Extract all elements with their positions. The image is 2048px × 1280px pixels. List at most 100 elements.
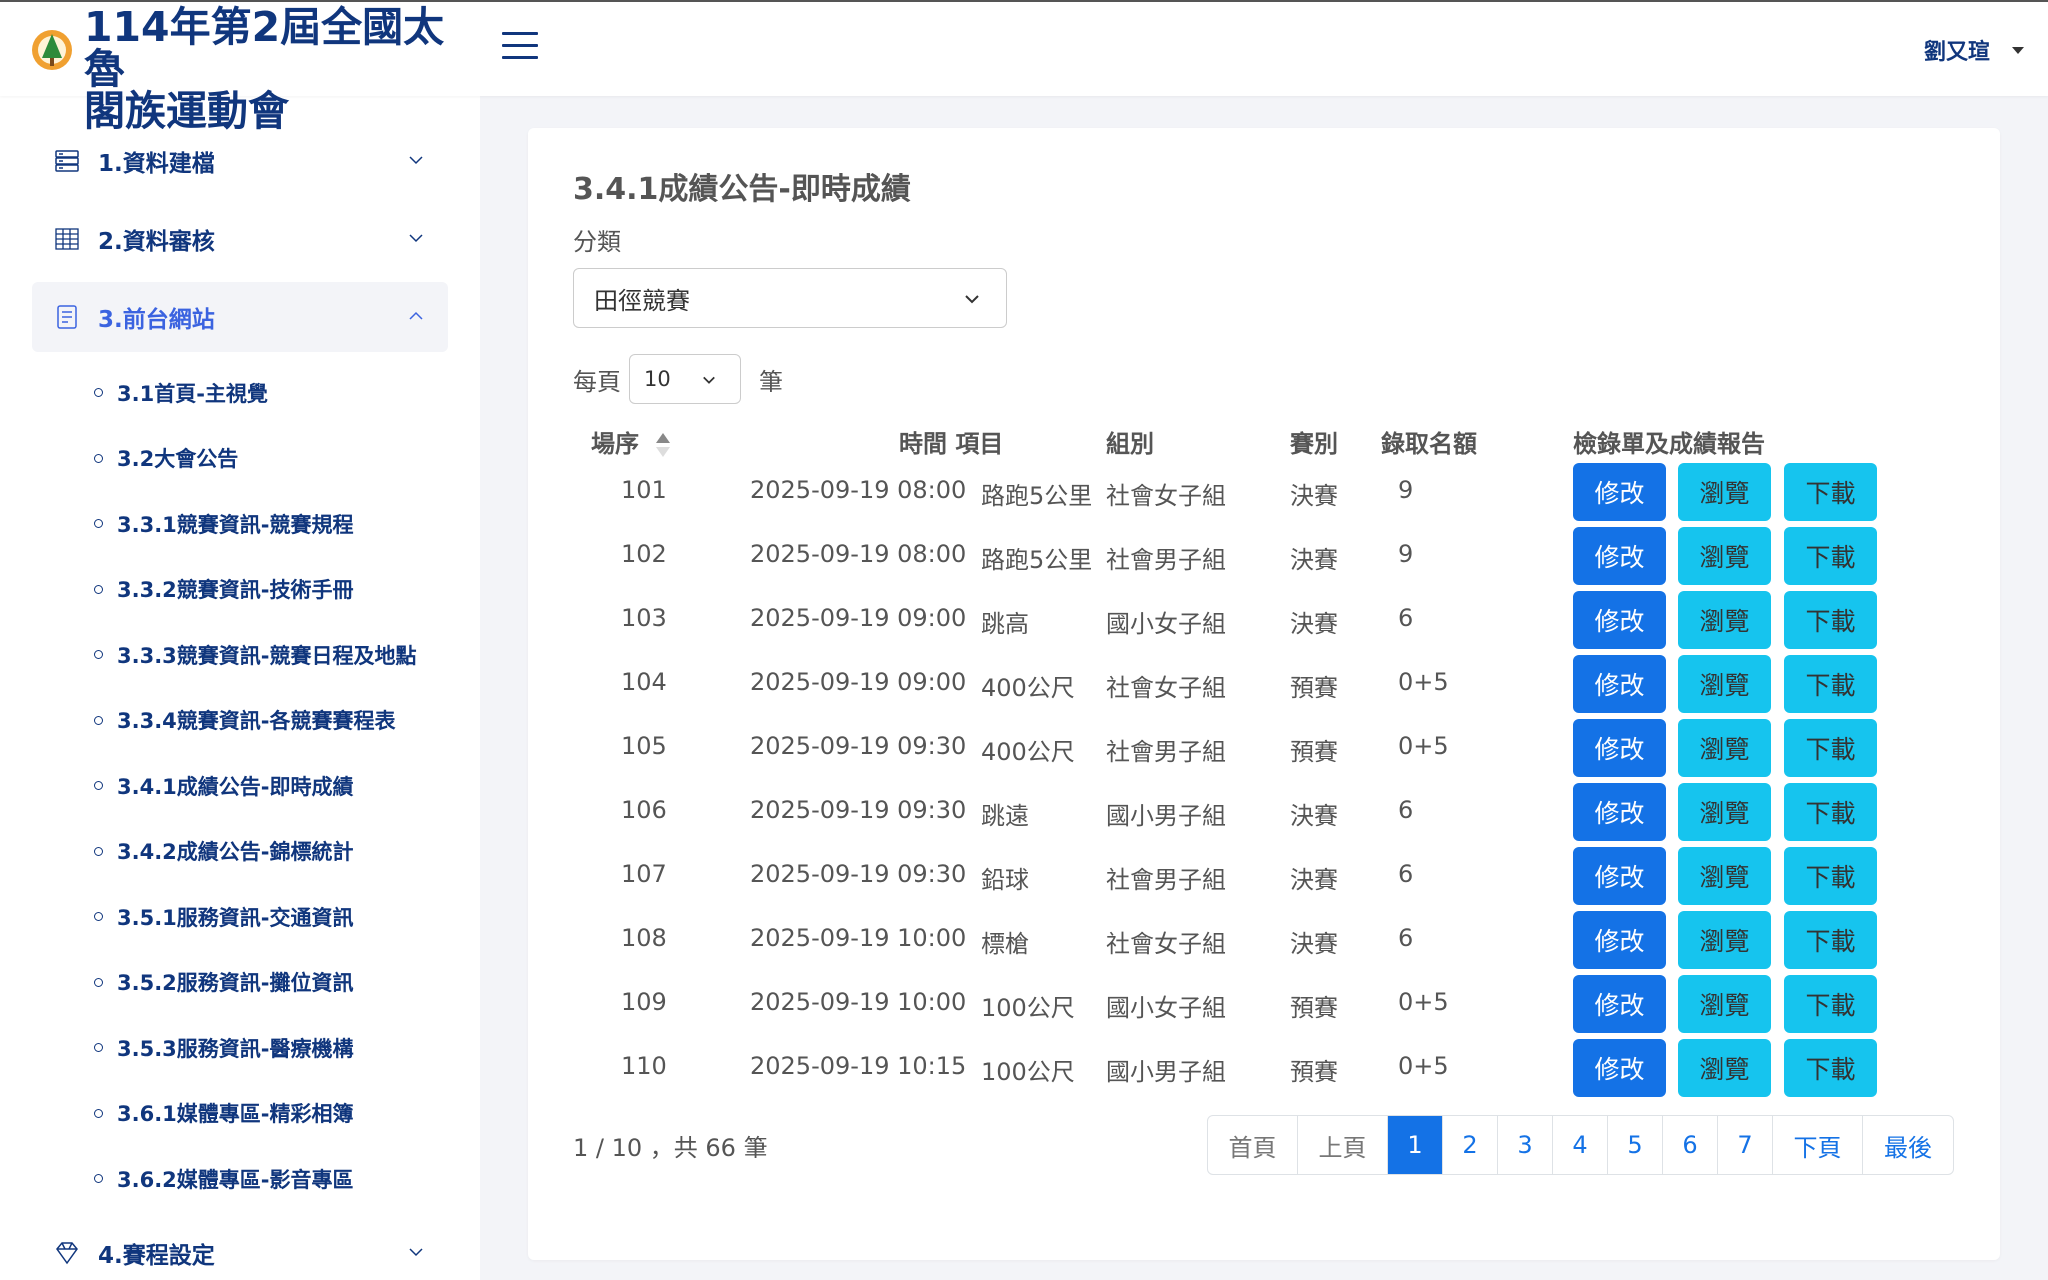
page-button[interactable]: 2 (1443, 1116, 1498, 1174)
results-card: 3.4.1成績公告-即時成績 分類 田徑競賽 每頁 10 筆 場序 時間 項目 … (528, 128, 2000, 1260)
download-button[interactable]: 下載 (1784, 527, 1877, 585)
view-button[interactable]: 瀏覽 (1678, 527, 1771, 585)
sidebar-subitem-schedule-venue[interactable]: 3.3.3競賽資訊-競賽日程及地點 (94, 622, 480, 688)
site-title[interactable]: 114年第2屆全國太魯 閣族運動會 (84, 6, 484, 132)
view-button[interactable]: 瀏覽 (1678, 847, 1771, 905)
cell-item: 鉛球 (981, 866, 1029, 894)
column-header-time-item: 時間 項目 (899, 430, 1004, 458)
view-button[interactable]: 瀏覽 (1678, 719, 1771, 777)
sidebar-item-frontend-site[interactable]: 3.前台網站 (32, 282, 448, 352)
download-button[interactable]: 下載 (1784, 847, 1877, 905)
view-button[interactable]: 瀏覽 (1678, 911, 1771, 969)
download-button[interactable]: 下載 (1784, 719, 1877, 777)
sidebar-subitem-traffic[interactable]: 3.5.1服務資訊-交通資訊 (94, 884, 480, 950)
table-row: 107 2025-09-19 09:30 鉛球 社會男子組 決賽 6 修改 瀏覽 下載 (573, 844, 1973, 908)
cell-stage: 決賽 (1290, 482, 1338, 510)
edit-button[interactable]: 修改 (1573, 527, 1666, 585)
cell-group: 國小女子組 (1106, 994, 1226, 1022)
edit-button[interactable]: 修改 (1573, 975, 1666, 1033)
view-button[interactable]: 瀏覽 (1678, 655, 1771, 713)
column-header-order[interactable]: 場序 (591, 424, 671, 459)
sidebar-item-label: 3.前台網站 (98, 307, 215, 333)
page-button[interactable]: 6 (1663, 1116, 1718, 1174)
view-button[interactable]: 瀏覽 (1678, 463, 1771, 521)
download-button[interactable]: 下載 (1784, 463, 1877, 521)
bullet-icon (94, 1043, 103, 1053)
per-page-select[interactable]: 10 (629, 354, 741, 404)
bullet-icon (94, 453, 103, 463)
sidebar-subitem-label: 3.5.2服務資訊-攤位資訊 (117, 971, 354, 996)
cell-stage: 決賽 (1290, 866, 1338, 894)
cell-order: 109 (621, 988, 667, 1016)
sidebar-subitem-live-results[interactable]: 3.4.1成績公告-即時成績 (94, 753, 480, 819)
page-button[interactable]: 5 (1608, 1116, 1663, 1174)
bullet-icon (94, 388, 103, 398)
page-button[interactable]: 3 (1498, 1116, 1553, 1174)
page-button[interactable]: 1 (1388, 1116, 1443, 1174)
page-button[interactable]: 上頁 (1298, 1116, 1388, 1174)
page-button[interactable]: 7 (1718, 1116, 1773, 1174)
edit-button[interactable]: 修改 (1573, 463, 1666, 521)
sidebar-subitem-video[interactable]: 3.6.2媒體專區-影音專區 (94, 1146, 480, 1212)
view-button[interactable]: 瀏覽 (1678, 1039, 1771, 1097)
edit-button[interactable]: 修改 (1573, 655, 1666, 713)
user-menu[interactable]: 劉又瑄 (1924, 34, 2024, 66)
edit-button[interactable]: 修改 (1573, 911, 1666, 969)
cell-stage: 預賽 (1290, 738, 1338, 766)
sidebar: 1.資料建檔 2.資料審核 3.前台網站 3.1首頁-主視覺 3.2大會公告 3… (0, 96, 480, 1280)
table-row: 106 2025-09-19 09:30 跳遠 國小男子組 決賽 6 修改 瀏覽 下載 (573, 780, 1973, 844)
chevron-down-icon (409, 156, 423, 165)
sidebar-subitem-label: 3.6.1媒體專區-精彩相簿 (117, 1102, 354, 1127)
cell-order: 110 (621, 1052, 667, 1080)
sidebar-subitem-medal-stats[interactable]: 3.4.2成績公告-錦標統計 (94, 819, 480, 885)
sidebar-subitem-label: 3.3.3競賽資訊-競賽日程及地點 (117, 643, 417, 668)
edit-button[interactable]: 修改 (1573, 719, 1666, 777)
column-header-group: 組別 (1106, 430, 1154, 458)
cell-group: 社會女子組 (1106, 482, 1226, 510)
table-row: 103 2025-09-19 09:00 跳高 國小女子組 決賽 6 修改 瀏覽 下載 (573, 588, 1973, 652)
sidebar-subitem-event-schedules[interactable]: 3.3.4競賽資訊-各競賽賽程表 (94, 688, 480, 754)
caret-down-icon (2012, 46, 2024, 54)
sidebar-subitem-tech-manual[interactable]: 3.3.2競賽資訊-技術手冊 (94, 557, 480, 623)
edit-button[interactable]: 修改 (1573, 783, 1666, 841)
cell-quota: 0+5 (1398, 1052, 1449, 1080)
view-button[interactable]: 瀏覽 (1678, 975, 1771, 1033)
sidebar-subitem-home-visual[interactable]: 3.1首頁-主視覺 (94, 360, 480, 426)
sidebar-subitem-announcements[interactable]: 3.2大會公告 (94, 426, 480, 492)
cell-group: 國小男子組 (1106, 802, 1226, 830)
sidebar-item-data-review[interactable]: 2.資料審核 (32, 204, 448, 274)
cell-quota: 0+5 (1398, 988, 1449, 1016)
download-button[interactable]: 下載 (1784, 911, 1877, 969)
cell-stage: 決賽 (1290, 802, 1338, 830)
edit-button[interactable]: 修改 (1573, 847, 1666, 905)
download-button[interactable]: 下載 (1784, 975, 1877, 1033)
view-button[interactable]: 瀏覽 (1678, 591, 1771, 649)
category-select[interactable]: 田徑競賽 (573, 268, 1007, 328)
edit-button[interactable]: 修改 (1573, 591, 1666, 649)
page-button[interactable]: 4 (1553, 1116, 1608, 1174)
table-row: 108 2025-09-19 10:00 標槍 社會女子組 決賽 6 修改 瀏覽 下載 (573, 908, 1973, 972)
category-select-value: 田徑競賽 (594, 286, 690, 315)
sidebar-subitem-rules[interactable]: 3.3.1競賽資訊-競賽規程 (94, 491, 480, 557)
page-button[interactable]: 下頁 (1773, 1116, 1863, 1174)
sidebar-subitem-photo-album[interactable]: 3.6.1媒體專區-精彩相簿 (94, 1081, 480, 1147)
cell-order: 103 (621, 604, 667, 632)
page-button[interactable]: 最後 (1863, 1116, 1953, 1174)
cell-item: 路跑5公里 (981, 482, 1093, 510)
download-button[interactable]: 下載 (1784, 1039, 1877, 1097)
sidebar-item-data-entry[interactable]: 1.資料建檔 (32, 126, 448, 196)
sidebar-subitem-booths[interactable]: 3.5.2服務資訊-攤位資訊 (94, 950, 480, 1016)
download-button[interactable]: 下載 (1784, 783, 1877, 841)
sidebar-subitem-medical[interactable]: 3.5.3服務資訊-醫療機構 (94, 1015, 480, 1081)
download-button[interactable]: 下載 (1784, 655, 1877, 713)
view-button[interactable]: 瀏覽 (1678, 783, 1771, 841)
edit-button[interactable]: 修改 (1573, 1039, 1666, 1097)
download-button[interactable]: 下載 (1784, 591, 1877, 649)
column-header-quota: 錄取名額 (1381, 430, 1477, 458)
site-title-line1: 114年第2屆全國太魯 (84, 3, 445, 93)
page-button[interactable]: 首頁 (1208, 1116, 1298, 1174)
cell-order: 108 (621, 924, 667, 952)
sidebar-item-label: 2.資料審核 (98, 229, 215, 255)
sidebar-item-schedule-settings[interactable]: 4.賽程設定 (32, 1218, 448, 1280)
menu-toggle-icon[interactable] (502, 32, 538, 62)
